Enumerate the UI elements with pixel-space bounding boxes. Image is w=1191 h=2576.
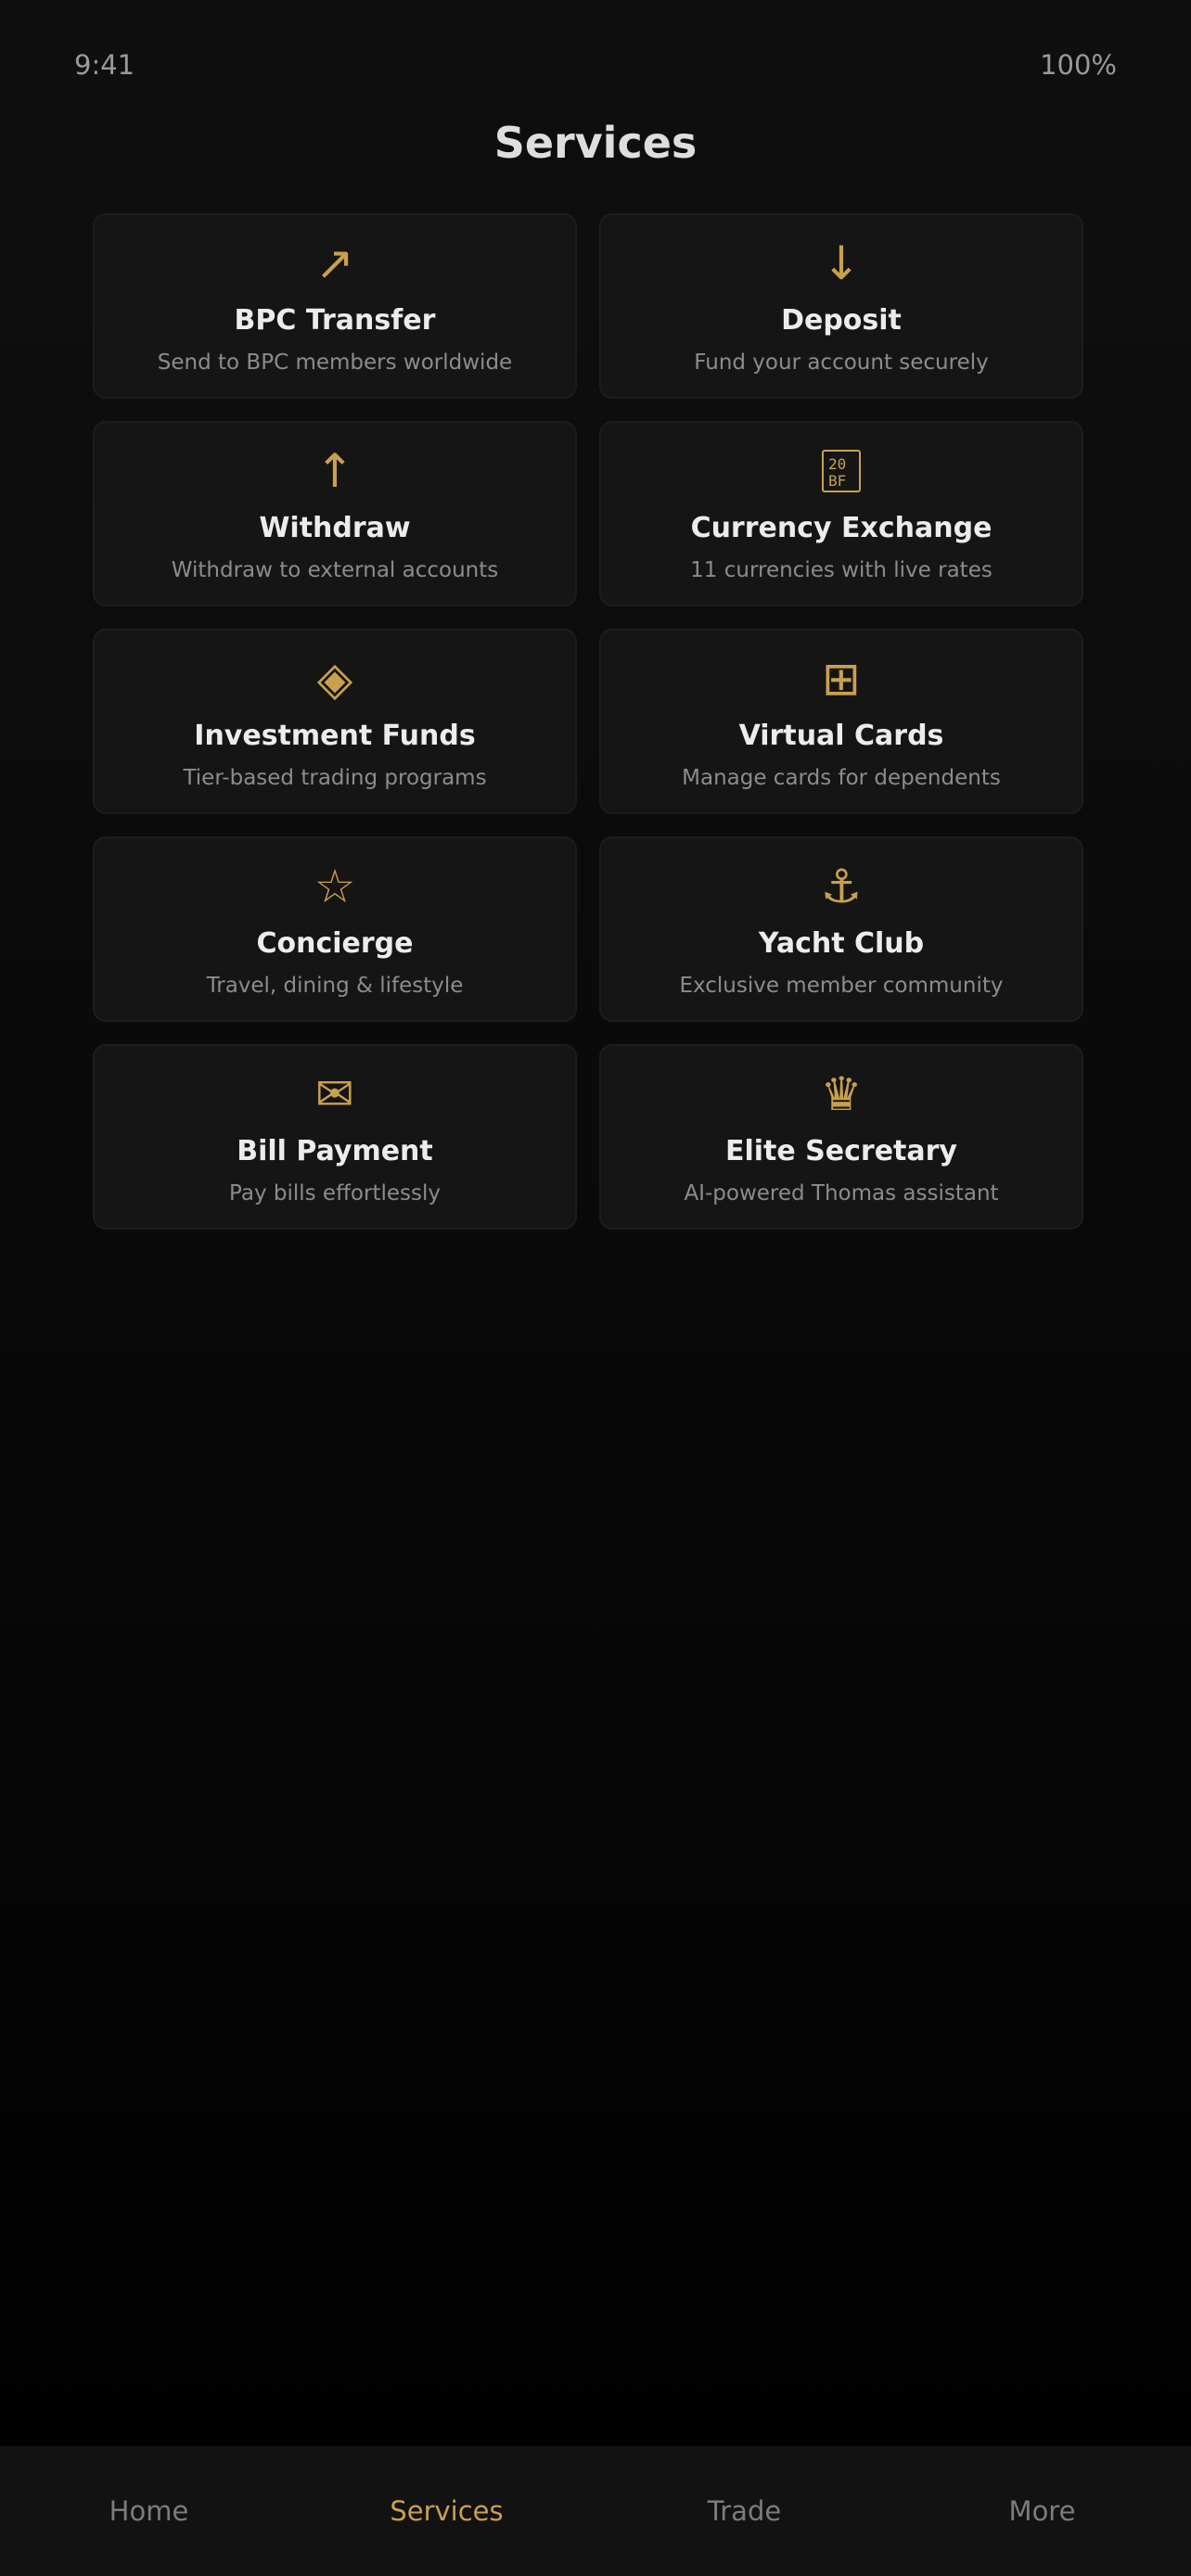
service-card-deposit[interactable]: ↓ Deposit Fund your account securely: [599, 213, 1083, 399]
service-subtitle: Tier-based trading programs: [183, 766, 487, 790]
star-icon: ☆: [314, 860, 356, 913]
service-card-concierge[interactable]: ☆ Concierge Travel, dining & lifestyle: [93, 836, 577, 1022]
status-battery: 100%: [1040, 49, 1117, 81]
service-title: Yacht Club: [758, 927, 925, 960]
service-title: BPC Transfer: [234, 304, 436, 337]
page-title: Services: [493, 118, 698, 168]
service-card-currency-exchange[interactable]: 20 BF Currency Exchange 11 currencies wi…: [599, 421, 1083, 606]
service-card-bill-payment[interactable]: ✉ Bill Payment Pay bills effortlessly: [93, 1044, 577, 1230]
service-title: Concierge: [256, 927, 414, 960]
nav-item-home[interactable]: Home: [0, 2446, 298, 2576]
service-title: Elite Secretary: [724, 1135, 957, 1167]
service-subtitle: Travel, dining & lifestyle: [206, 974, 464, 998]
bottom-nav: Home Services Trade More: [0, 2446, 1191, 2576]
service-subtitle: Send to BPC members worldwide: [157, 351, 513, 375]
crown-icon: ♛: [820, 1067, 863, 1121]
service-card-investment-funds[interactable]: ◈ Investment Funds Tier-based trading pr…: [93, 629, 577, 814]
service-card-elite-secretary[interactable]: ♛ Elite Secretary AI-powered Thomas assi…: [599, 1044, 1083, 1230]
anchor-icon: ⚓: [820, 860, 863, 913]
arrow-up-icon: ↑: [315, 444, 354, 498]
service-card-bpc-transfer[interactable]: ↗ BPC Transfer Send to BPC members world…: [93, 213, 577, 399]
service-title: Bill Payment: [237, 1135, 433, 1167]
svg-text:20: 20: [828, 455, 846, 473]
service-subtitle: Manage cards for dependents: [682, 766, 1001, 790]
diamond-icon: ◈: [316, 652, 353, 706]
currency-exchange-icon: 20 BF: [815, 445, 867, 497]
status-time: 9:41: [74, 49, 135, 81]
service-title: Virtual Cards: [738, 720, 944, 752]
service-subtitle: Withdraw to external accounts: [171, 558, 499, 582]
status-bar: 9:41 100%: [74, 45, 1117, 85]
service-subtitle: Pay bills effortlessly: [229, 1181, 441, 1205]
service-subtitle: 11 currencies with live rates: [690, 558, 992, 582]
arrow-up-right-icon: ↗: [315, 236, 354, 290]
service-title: Deposit: [781, 304, 902, 337]
services-grid: ↗ BPC Transfer Send to BPC members world…: [93, 213, 1083, 1230]
service-title: Withdraw: [259, 512, 411, 544]
nav-item-more[interactable]: More: [893, 2446, 1191, 2576]
service-subtitle: Exclusive member community: [679, 974, 1004, 998]
service-subtitle: Fund your account securely: [694, 351, 989, 375]
envelope-icon: ✉: [315, 1067, 354, 1121]
service-subtitle: AI-powered Thomas assistant: [684, 1181, 999, 1205]
service-card-yacht-club[interactable]: ⚓ Yacht Club Exclusive member community: [599, 836, 1083, 1022]
nav-item-services[interactable]: Services: [298, 2446, 596, 2576]
service-title: Investment Funds: [194, 720, 476, 752]
service-card-virtual-cards[interactable]: ⊞ Virtual Cards Manage cards for depende…: [599, 629, 1083, 814]
card-grid-icon: ⊞: [822, 652, 861, 706]
nav-item-trade[interactable]: Trade: [596, 2446, 893, 2576]
arrow-down-icon: ↓: [822, 236, 861, 290]
service-card-withdraw[interactable]: ↑ Withdraw Withdraw to external accounts: [93, 421, 577, 606]
svg-text:BF: BF: [828, 472, 846, 490]
service-title: Currency Exchange: [690, 512, 992, 544]
